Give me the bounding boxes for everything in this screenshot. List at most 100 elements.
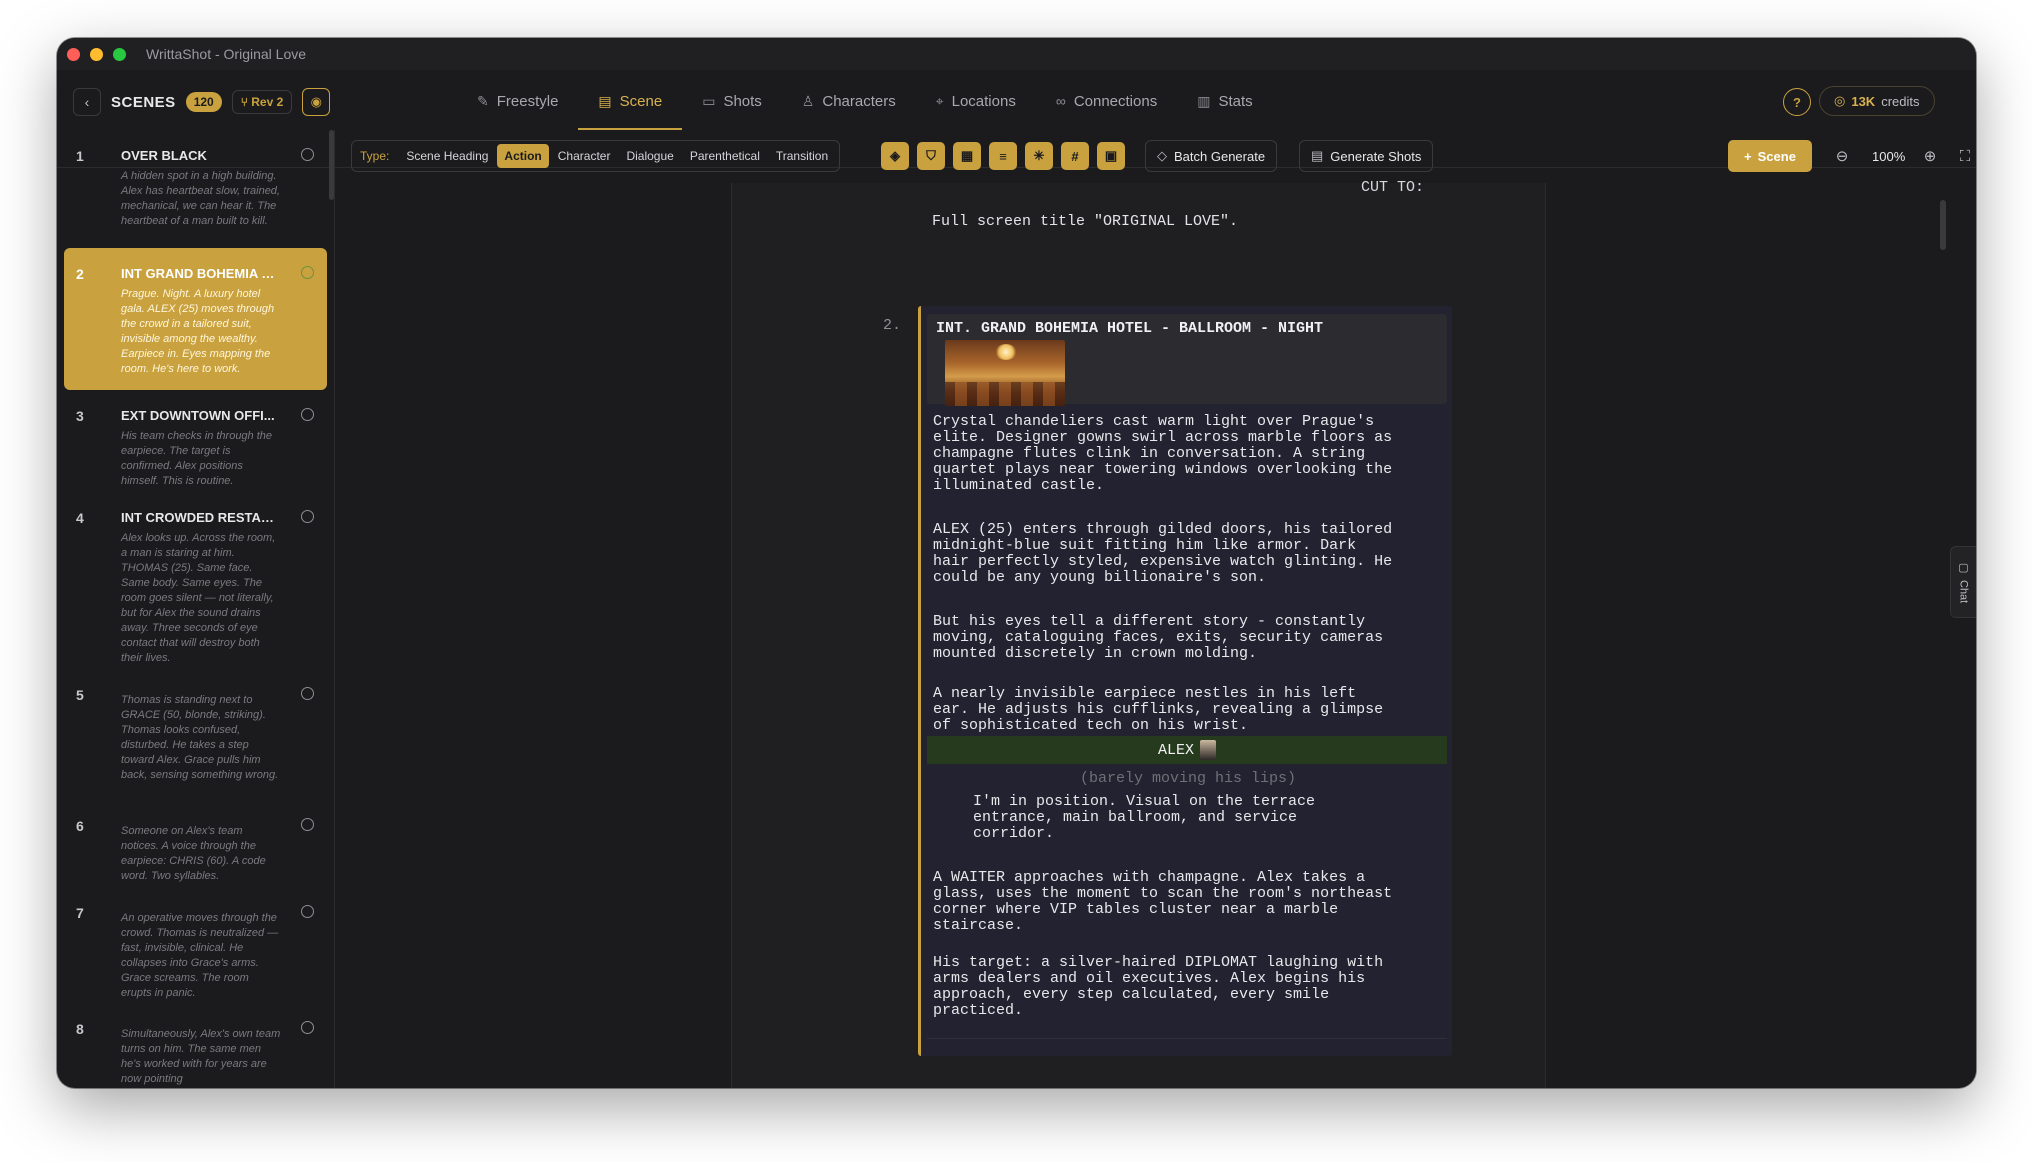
- zoom-out-icon[interactable]: ⊖: [1829, 142, 1855, 170]
- tab-label: Locations: [951, 92, 1016, 110]
- calendar-icon[interactable]: ▦: [953, 142, 981, 170]
- tab-label: Freestyle: [496, 92, 559, 110]
- help-button[interactable]: ?: [1783, 88, 1811, 116]
- type-parenthetical-button[interactable]: Parenthetical: [683, 144, 767, 168]
- status-circle-icon[interactable]: [301, 905, 314, 918]
- action-paragraph[interactable]: A WAITER approaches with champagne. Alex…: [933, 870, 1433, 934]
- scene-list-item[interactable]: 4 INT CROWDED RESTAU... Alex looks up. A…: [64, 492, 327, 669]
- divider: [927, 1038, 1447, 1039]
- minimize-window-button[interactable]: [90, 47, 103, 61]
- camera-icon: ▭: [702, 92, 716, 109]
- status-circle-icon[interactable]: [301, 1021, 314, 1034]
- scene-list-item[interactable]: 6 Someone on Alex's team notices. A voic…: [64, 800, 327, 887]
- tab-label: Stats: [1218, 92, 1253, 110]
- scene-title: INT CROWDED RESTAU...: [121, 510, 281, 525]
- revision-badge[interactable]: ⑂ Rev 2: [231, 90, 293, 114]
- close-window-button[interactable]: [67, 47, 80, 61]
- scene-summary: Thomas is standing next to GRACE (50, bl…: [121, 694, 279, 781]
- tab-freestyle[interactable]: ✎ Freestyle: [457, 70, 578, 130]
- layers-icon: ◇: [1157, 148, 1167, 163]
- scene-list-item[interactable]: 7 An operative moves through the crowd. …: [64, 887, 327, 1003]
- tab-scene[interactable]: ▤ Scene: [578, 70, 682, 130]
- status-circle-icon[interactable]: [301, 687, 314, 700]
- maximize-window-button[interactable]: [113, 47, 126, 61]
- scene-summary: An operative moves through the crowd. Th…: [121, 912, 279, 999]
- tab-label: Scene: [619, 92, 663, 110]
- edit-icon: ✎: [477, 92, 489, 109]
- credits-button[interactable]: ◎ 13K credits: [1819, 86, 1935, 116]
- scene-number: 1: [76, 148, 84, 164]
- tab-locations[interactable]: ⌖ Locations: [916, 70, 1036, 130]
- hash-icon[interactable]: #: [1061, 142, 1089, 170]
- scene-summary: Simultaneously, Alex's own team turns on…: [121, 1028, 281, 1085]
- action-paragraph[interactable]: His target: a silver-haired DIPLOMAT lau…: [933, 955, 1433, 1019]
- tab-stats[interactable]: ▥ Stats: [1177, 70, 1272, 130]
- parenthetical[interactable]: (barely moving his lips): [921, 770, 1455, 787]
- tab-connections[interactable]: ∞ Connections: [1036, 70, 1177, 130]
- shield-icon[interactable]: ⛉: [917, 142, 945, 170]
- scene-title: OVER BLACK: [121, 148, 207, 163]
- fit-to-screen-icon[interactable]: ⛶: [1952, 142, 1976, 170]
- add-scene-label: Scene: [1757, 148, 1796, 164]
- generate-shots-label: Generate Shots: [1330, 148, 1422, 164]
- branch-icon: ⑂: [240, 95, 252, 109]
- tag-icon[interactable]: ◈: [881, 142, 909, 170]
- generate-shots-button[interactable]: ▤ Generate Shots: [1299, 140, 1434, 172]
- scene-list-item[interactable]: 1 OVER BLACK A hidden spot in a high bui…: [64, 130, 327, 248]
- tab-label: Shots: [723, 92, 762, 110]
- revision-label: Rev 2: [251, 95, 284, 109]
- scene-count-badge: 120: [185, 92, 222, 112]
- zoom-in-icon[interactable]: ⊕: [1917, 142, 1943, 170]
- scene-heading-box[interactable]: INT. GRAND BOHEMIA HOTEL - BALLROOM - NI…: [927, 314, 1447, 406]
- action-paragraph[interactable]: A nearly invisible earpiece nestles in h…: [933, 686, 1433, 734]
- character-cue[interactable]: ALEX: [927, 736, 1447, 764]
- zoom-level: 100%: [1872, 148, 1906, 164]
- image-icon[interactable]: ▣: [1097, 142, 1125, 170]
- status-check-icon[interactable]: [301, 266, 314, 279]
- dialogue[interactable]: I'm in position. Visual on the terrace e…: [973, 794, 1353, 842]
- sidebar-scrollbar[interactable]: [329, 130, 334, 200]
- transition-text[interactable]: CUT TO:: [1361, 179, 1424, 196]
- bar-chart-icon: ▥: [1197, 92, 1211, 109]
- scene-list-item[interactable]: 8 Simultaneously, Alex's own team turns …: [64, 1003, 327, 1088]
- scene-number: 5: [76, 687, 84, 703]
- batch-generate-button[interactable]: ◇ Batch Generate: [1145, 140, 1278, 172]
- chevron-left-icon: ‹: [84, 94, 90, 110]
- scenes-header: ‹ SCENES 120 ⑂ Rev 2 ◉: [73, 88, 331, 116]
- scene-summary: Alex looks up. Across the room, a man is…: [121, 532, 276, 664]
- type-transition-button[interactable]: Transition: [769, 144, 835, 168]
- character-avatar: [1200, 740, 1216, 760]
- scene-list-item[interactable]: 5 Thomas is standing next to GRACE (50, …: [64, 669, 327, 800]
- scene-list-item[interactable]: 3 EXT DOWNTOWN OFFI... His team checks i…: [64, 390, 327, 492]
- action-text[interactable]: Full screen title "ORIGINAL LOVE".: [932, 213, 1238, 230]
- action-paragraph[interactable]: ALEX (25) enters through gilded doors, h…: [933, 522, 1433, 586]
- tab-label: Connections: [1073, 92, 1158, 110]
- scene-list-sidebar: 1 OVER BLACK A hidden spot in a high bui…: [57, 130, 335, 1088]
- scene-list-item-active[interactable]: 2 INT GRAND BOHEMIA H... Prague. Night. …: [64, 248, 327, 390]
- status-circle-icon[interactable]: [301, 148, 314, 161]
- scene-heading[interactable]: INT. GRAND BOHEMIA HOTEL - BALLROOM - NI…: [936, 320, 1323, 337]
- status-circle-icon[interactable]: [301, 408, 314, 421]
- action-paragraph[interactable]: Crystal chandeliers cast warm light over…: [933, 414, 1433, 494]
- sparkle-icon[interactable]: ✳: [1025, 142, 1053, 170]
- add-scene-button[interactable]: + Scene: [1728, 140, 1812, 172]
- visibility-toggle[interactable]: ◉: [302, 88, 331, 116]
- chat-icon: ▢: [1958, 561, 1969, 574]
- status-circle-icon[interactable]: [301, 510, 314, 523]
- type-scene-heading-button[interactable]: Scene Heading: [399, 144, 495, 168]
- type-character-button[interactable]: Character: [551, 144, 618, 168]
- tab-characters[interactable]: ♙ Characters: [782, 70, 916, 130]
- type-dialogue-button[interactable]: Dialogue: [619, 144, 680, 168]
- back-button[interactable]: ‹: [73, 88, 101, 116]
- action-paragraph[interactable]: But his eyes tell a different story - co…: [933, 614, 1433, 662]
- scene-number: 8: [76, 1021, 84, 1037]
- type-action-button[interactable]: Action: [497, 144, 549, 168]
- status-circle-icon[interactable]: [301, 818, 314, 831]
- script-page: CUT TO: Full screen title "ORIGINAL LOVE…: [731, 179, 1546, 1088]
- tab-shots[interactable]: ▭ Shots: [682, 70, 782, 130]
- scene-block: INT. GRAND BOHEMIA HOTEL - BALLROOM - NI…: [918, 306, 1452, 1056]
- location-thumbnail[interactable]: [945, 340, 1065, 406]
- chat-panel-toggle[interactable]: ▢ Chat: [1950, 546, 1976, 618]
- wrap-text-icon[interactable]: ≡: [989, 142, 1017, 170]
- editor-scrollbar[interactable]: [1940, 200, 1946, 250]
